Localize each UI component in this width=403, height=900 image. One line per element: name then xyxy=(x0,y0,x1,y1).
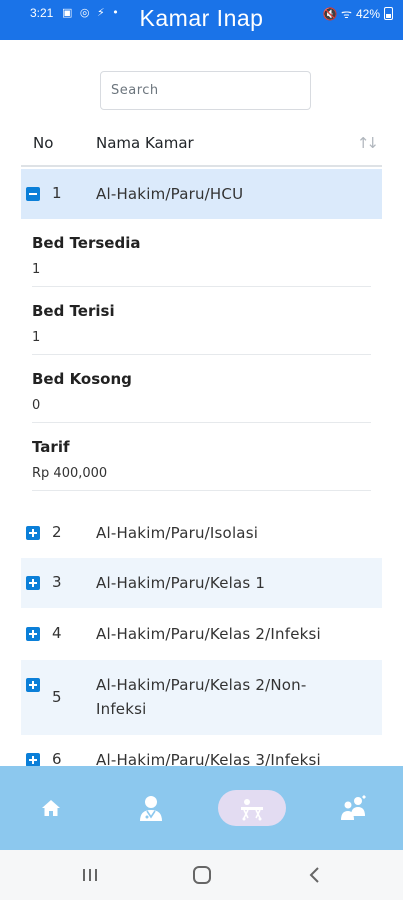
row-detail: Bed Tersedia 1 Bed Terisi 1 Bed Kosong 0… xyxy=(21,219,382,491)
row-room-name: Al-Hakim/Paru/Kelas 2/Non-Infeksi xyxy=(96,676,307,718)
home-button-icon[interactable] xyxy=(190,864,214,886)
detail-bed-tersedia: Bed Tersedia 1 xyxy=(32,219,371,287)
tab-home[interactable] xyxy=(17,790,85,826)
table-header: No Nama Kamar ↑↓ xyxy=(21,121,382,167)
row-room-name: Al-Hakim/Paru/Kelas 1 xyxy=(96,574,266,592)
row-no: 5 xyxy=(52,688,62,706)
row-no: 4 xyxy=(52,624,62,642)
row-no: 3 xyxy=(52,573,62,591)
signal-icons: 🔇 ᯤ xyxy=(322,7,352,21)
table-row[interactable]: 4 Al-Hakim/Paru/Kelas 2/Infeksi xyxy=(21,608,382,660)
bottom-tab-bar xyxy=(0,766,403,850)
row-room-name: Al-Hakim/Paru/Isolasi xyxy=(96,524,259,542)
detail-tarif: Tarif Rp 400,000 xyxy=(32,423,371,491)
tab-visitor[interactable] xyxy=(319,790,387,826)
detail-value: 0 xyxy=(32,398,41,413)
column-header-no[interactable]: No xyxy=(33,134,53,152)
tab-hospital-bed[interactable] xyxy=(218,790,286,826)
sort-icon[interactable]: ↑↓ xyxy=(357,134,379,152)
column-header-nama-kamar[interactable]: Nama Kamar xyxy=(96,134,194,152)
back-icon[interactable] xyxy=(303,864,327,886)
expand-icon[interactable] xyxy=(26,526,40,540)
row-no: 2 xyxy=(52,523,62,541)
row-room-name: Al-Hakim/Paru/Kelas 2/Infeksi xyxy=(96,625,321,643)
detail-label: Bed Tersedia xyxy=(32,234,141,252)
system-nav-bar xyxy=(0,850,403,900)
home-icon xyxy=(42,800,60,816)
expand-icon[interactable] xyxy=(26,753,40,767)
table-row[interactable]: 2 Al-Hakim/Paru/Isolasi xyxy=(21,508,382,558)
recent-apps-icon[interactable] xyxy=(78,864,102,886)
detail-label: Bed Kosong xyxy=(32,370,132,388)
tab-doctor[interactable] xyxy=(117,790,185,826)
expand-icon[interactable] xyxy=(26,576,40,590)
detail-bed-kosong: Bed Kosong 0 xyxy=(32,355,371,423)
collapse-icon[interactable] xyxy=(26,187,40,201)
visitor-icon xyxy=(341,795,366,820)
app-screen: 3:21 ▣ ◎ ⚡ • Kamar Inap 🔇 ᯤ 42% No Nama … xyxy=(0,0,403,900)
battery-percent: 42% xyxy=(355,6,380,21)
doctor-icon xyxy=(140,796,162,821)
app-header: 3:21 ▣ ◎ ⚡ • Kamar Inap 🔇 ᯤ 42% xyxy=(0,0,403,40)
detail-label: Bed Terisi xyxy=(32,302,115,320)
status-right: 🔇 ᯤ 42% xyxy=(323,5,393,22)
table-row[interactable]: 3 Al-Hakim/Paru/Kelas 1 xyxy=(21,558,382,608)
row-no: 1 xyxy=(52,184,62,202)
row-room-name: Al-Hakim/Paru/HCU xyxy=(96,185,244,203)
detail-label: Tarif xyxy=(32,438,70,456)
expand-icon[interactable] xyxy=(26,678,40,692)
detail-bed-terisi: Bed Terisi 1 xyxy=(32,287,371,355)
battery-icon xyxy=(384,7,393,20)
hospital-bed-icon xyxy=(241,799,263,821)
detail-value: 1 xyxy=(32,330,41,345)
detail-value: Rp 400,000 xyxy=(32,466,108,481)
search-box xyxy=(100,71,311,110)
search-input[interactable] xyxy=(101,72,310,109)
table-row[interactable]: 5 Al-Hakim/Paru/Kelas 2/Non-Infeksi xyxy=(21,660,382,735)
expand-icon[interactable] xyxy=(26,627,40,641)
detail-value: 1 xyxy=(32,262,41,277)
table-row[interactable]: 1 Al-Hakim/Paru/HCU xyxy=(21,169,382,219)
